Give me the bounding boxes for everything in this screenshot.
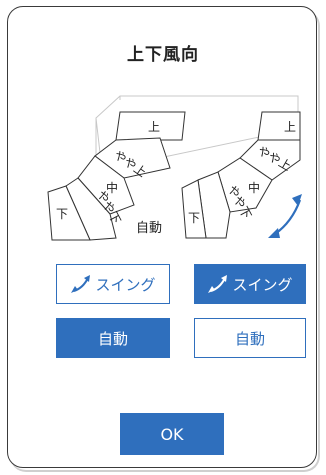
right-fan-label-middle: 中	[248, 180, 260, 195]
swing-label: スイング	[95, 275, 156, 294]
auto-label: 自動	[97, 329, 128, 348]
swing-button-left[interactable]: スイング	[56, 264, 170, 304]
auto-label: 自動	[234, 329, 265, 348]
left-fan-label-bottom: 下	[56, 207, 68, 221]
right-fan-label-top: 上	[284, 120, 296, 134]
left-fan-label-top: 上	[148, 120, 160, 134]
swing-button-right[interactable]: スイング	[194, 264, 306, 304]
right-fan-label-bottom: 下	[188, 211, 200, 225]
swing-label: スイング	[232, 275, 293, 294]
auto-button-right[interactable]: 自動	[194, 318, 306, 358]
auto-button-left[interactable]: 自動	[56, 318, 170, 358]
swing-icon	[207, 274, 229, 294]
swing-arrow-icon	[268, 194, 302, 238]
swing-icon	[70, 274, 92, 294]
airflow-diagram: 上 やや上 中 やや下 下 自動 上 やや上 中 やや下 下	[47, 95, 302, 241]
left-fan-auto-label: 自動	[136, 221, 162, 236]
ok-label: OK	[160, 424, 184, 444]
ok-button[interactable]: OK	[120, 413, 224, 455]
